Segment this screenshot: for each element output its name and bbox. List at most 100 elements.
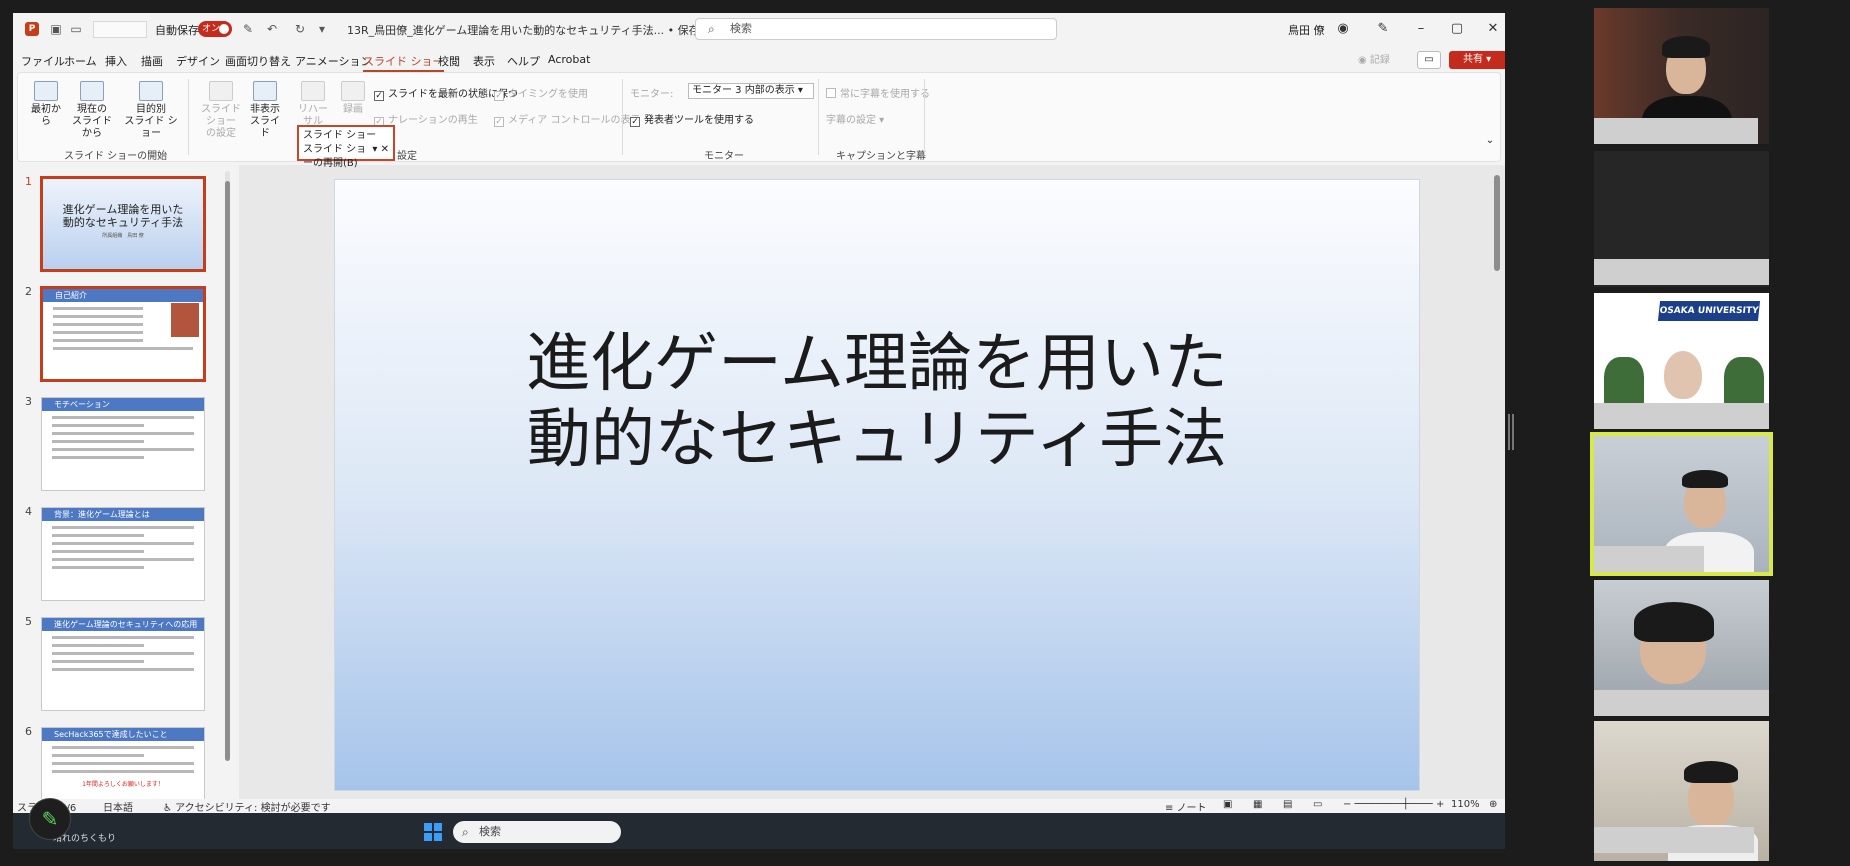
slideshow-resume-popup[interactable]: スライド ショー ▾ ✕ スライド ショーの再開(B) <box>297 125 395 169</box>
custom-show-icon <box>139 81 163 101</box>
thumbnail-5[interactable]: 進化ゲーム理論のセキュリティへの応用 <box>41 617 205 711</box>
thumbnail-6[interactable]: SecHack365で達成したいこと 1年間よろしくお願いします！ <box>41 727 205 799</box>
thumb-text-line <box>52 440 144 443</box>
minimize-icon[interactable]: – <box>1411 19 1431 39</box>
thumb-text-line <box>52 754 144 757</box>
slide-scrollbar[interactable] <box>1493 173 1501 789</box>
menu-view[interactable]: 表示 <box>473 53 495 69</box>
zoom-slider[interactable]: − ────────┼──── + <box>1343 799 1444 810</box>
hide-slide-button[interactable]: 非表示 スライド <box>248 81 282 140</box>
thumb-number: 2 <box>25 285 32 298</box>
notes-button[interactable]: ≡ ノート <box>1165 799 1207 813</box>
setup-show-button[interactable]: スライド ショー の設定 <box>196 81 246 140</box>
popup-title: スライド ショー ▾ ✕ <box>303 129 389 155</box>
video-tile-3[interactable]: OSAKA UNIVERSITY <box>1594 293 1769 429</box>
custom-show-button[interactable]: 目的別 スライド ショー <box>120 81 182 140</box>
thumbnail-4[interactable]: 背景：進化ゲーム理論とは <box>41 507 205 601</box>
from-current-button[interactable]: 現在の スライドから <box>70 81 114 140</box>
video-tile-4-speaking[interactable] <box>1590 432 1773 576</box>
nameplate <box>1594 259 1769 285</box>
menu-file[interactable]: ファイル <box>21 53 65 69</box>
menu-draw[interactable]: 描画 <box>141 53 163 69</box>
menu-acrobat[interactable]: Acrobat <box>548 53 590 66</box>
thumb-text-line <box>52 668 194 671</box>
autosave-toggle[interactable]: オン <box>198 21 232 37</box>
popup-close-icon[interactable]: ▾ ✕ <box>372 143 389 157</box>
thumbnail-1[interactable]: 進化ゲーム理論を用いた 動的なセキュリティ手法 所属組織 鳥田 僚 <box>40 176 206 272</box>
save-icon[interactable]: ▣ <box>49 22 63 36</box>
status-bar: スライド 1/6 日本語 ♿ アクセシビリティ: 検討が必要です ≡ ノート ▣… <box>13 799 1505 813</box>
normal-view-icon[interactable]: ▣ <box>1223 799 1232 810</box>
zoom-level[interactable]: 110% <box>1451 799 1480 810</box>
record-show-button[interactable]: 録画 <box>338 81 368 116</box>
fit-slide-icon[interactable]: ⊕ <box>1489 799 1497 810</box>
scrollbar-thumb[interactable] <box>1494 175 1500 271</box>
subtitle-settings-button[interactable]: 字幕の設定 ▾ <box>826 111 884 126</box>
share-button[interactable]: 共有 ▾ <box>1449 51 1505 69</box>
thumb-title: 自己紹介 <box>43 289 203 302</box>
slideshow-view-icon[interactable]: ▭ <box>1313 799 1322 810</box>
pen-icon[interactable]: ✎ <box>1373 19 1393 39</box>
from-start-button[interactable]: 最初から <box>28 81 64 128</box>
panel-splitter[interactable] <box>1508 414 1514 450</box>
avatar-icon[interactable]: ◉ <box>1333 19 1353 39</box>
notes-label: ノート <box>1176 803 1207 813</box>
windows-start-icon[interactable] <box>424 823 442 841</box>
menu-design[interactable]: デザイン <box>176 53 220 69</box>
thumbnail-3[interactable]: モチベーション <box>41 397 205 491</box>
slide-icon[interactable]: ▭ <box>69 22 83 36</box>
thumbnail-2[interactable]: 自己紹介 <box>40 286 206 382</box>
menu-review[interactable]: 校閲 <box>438 53 460 69</box>
undo-icon[interactable]: ↶ <box>265 22 279 36</box>
video-tile-2[interactable] <box>1594 151 1769 287</box>
collapse-ribbon-icon[interactable]: ⌄ <box>1484 135 1496 147</box>
menu-slideshow[interactable]: スライド ショー <box>363 53 444 72</box>
comments-button[interactable]: ▭ <box>1417 51 1441 69</box>
thumb-number: 3 <box>25 395 32 408</box>
always-subtitles-checkbox[interactable]: 常に字幕を使用する <box>826 85 930 100</box>
sorter-view-icon[interactable]: ▦ <box>1253 799 1262 810</box>
search-icon: ⌕ <box>708 22 715 36</box>
annotation-pen-button[interactable]: ✎ <box>29 798 71 840</box>
accessibility-label: アクセシビリティ: 検討が必要です <box>175 803 331 813</box>
user-name[interactable]: 鳥田 僚 <box>1288 22 1325 38</box>
redo-icon[interactable]: ↻ <box>293 22 307 36</box>
video-tile-1[interactable] <box>1594 8 1769 144</box>
rehearse-button[interactable]: リハーサル <box>296 81 330 128</box>
record-button[interactable]: ◉ 記録 <box>1358 51 1390 66</box>
slide-title[interactable]: 進化ゲーム理論を用いた 動的なセキュリティ手法 <box>335 326 1419 478</box>
customize-toolbar-icon[interactable]: ▾ <box>315 22 329 36</box>
reading-view-icon[interactable]: ▤ <box>1283 799 1292 810</box>
menu-home[interactable]: ホーム <box>64 53 97 69</box>
presenter-view-label: 発表者ツールを使用する <box>644 115 754 126</box>
accessibility-status[interactable]: ♿ アクセシビリティ: 検討が必要です <box>163 799 331 813</box>
rehearse-icon <box>301 81 325 101</box>
nameplate <box>1594 546 1704 572</box>
media-controls-checkbox[interactable]: ✓ メディア コントロールの表示 <box>494 111 640 127</box>
hide-slide-label: 非表示 スライド <box>250 104 280 139</box>
presenter-view-checkbox[interactable]: ✓ 発表者ツールを使用する <box>630 111 754 127</box>
menu-transitions[interactable]: 画面切り替え <box>225 53 291 69</box>
menu-bar: ファイル ホーム 挿入 描画 デザイン 画面切り替え アニメーション スライド … <box>13 49 1505 72</box>
record-label: 記録 <box>1369 55 1390 66</box>
close-icon[interactable]: ✕ <box>1483 19 1503 39</box>
taskbar-search[interactable]: ⌕ 検索 <box>453 821 621 843</box>
menu-help[interactable]: ヘルプ <box>507 53 540 69</box>
monitor-select[interactable]: モニター 3 内部の表示 ▾ <box>688 83 814 99</box>
nameplate <box>1594 403 1769 429</box>
search-box[interactable]: ⌕ 検索 <box>695 18 1057 40</box>
use-timings-checkbox[interactable]: ✓ タイミングを使用 <box>494 85 588 101</box>
current-slide[interactable]: 進化ゲーム理論を用いた 動的なセキュリティ手法 <box>334 179 1420 791</box>
document-title[interactable]: 13R_鳥田僚_進化ゲーム理論を用いた動的なセキュリティ手法... • 保存済み… <box>347 22 733 38</box>
thumbnail-scrollbar[interactable] <box>225 171 230 761</box>
video-tile-5[interactable] <box>1594 580 1769 716</box>
menu-animations[interactable]: アニメーション <box>295 53 372 69</box>
quick-style-icon[interactable]: ✎ <box>241 22 255 36</box>
language[interactable]: 日本語 <box>103 799 133 813</box>
menu-insert[interactable]: 挿入 <box>105 53 127 69</box>
quick-font-field[interactable] <box>93 21 147 38</box>
restore-icon[interactable]: ▢ <box>1447 19 1467 39</box>
participant-head <box>1664 351 1702 399</box>
taskbar: 晴れのちくもり ⌕ 検索 <box>13 813 1505 849</box>
video-tile-6[interactable] <box>1594 721 1769 861</box>
